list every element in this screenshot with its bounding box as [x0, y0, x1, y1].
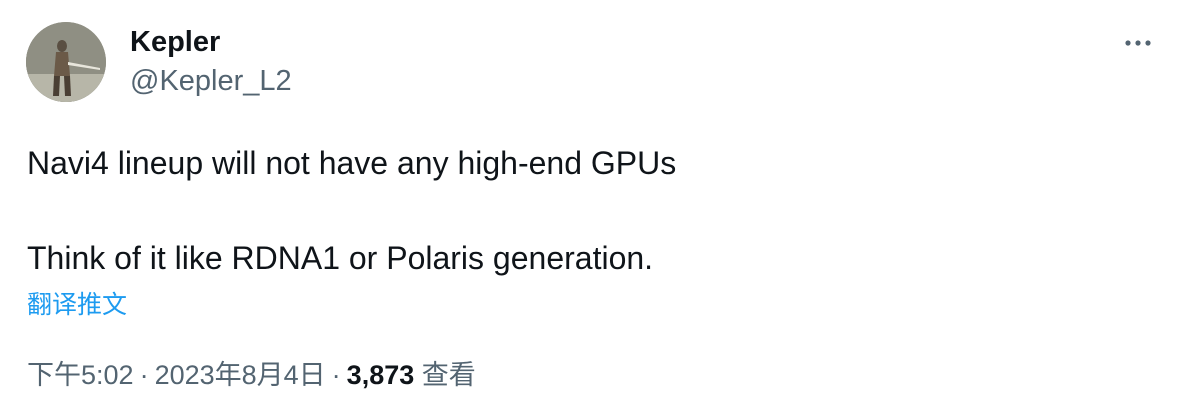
- tweet-date[interactable]: 2023年8月4日: [155, 360, 326, 390]
- tweet-text-line-2: Think of it like RDNA1 or Polaris genera…: [27, 240, 654, 276]
- views-count[interactable]: 3,873: [347, 360, 415, 390]
- tweet-time[interactable]: 下午5:02: [27, 360, 134, 390]
- more-options-button[interactable]: [1120, 28, 1156, 58]
- meta-separator: ·: [139, 360, 149, 390]
- tweet-metadata: 下午5:02 · 2023年8月4日 · 3,873 查看: [27, 358, 476, 392]
- avatar-image: [26, 22, 106, 102]
- author-display-name[interactable]: Kepler: [130, 25, 220, 59]
- tweet-text-line-1: Navi4 lineup will not have any high-end …: [27, 145, 677, 181]
- views-label[interactable]: 查看: [422, 360, 476, 390]
- author-avatar[interactable]: [26, 22, 106, 102]
- author-handle[interactable]: @Kepler_L2: [130, 64, 292, 98]
- translate-tweet-link[interactable]: 翻译推文: [27, 289, 127, 321]
- more-horizontal-icon: [1125, 40, 1151, 46]
- meta-separator: ·: [331, 360, 341, 390]
